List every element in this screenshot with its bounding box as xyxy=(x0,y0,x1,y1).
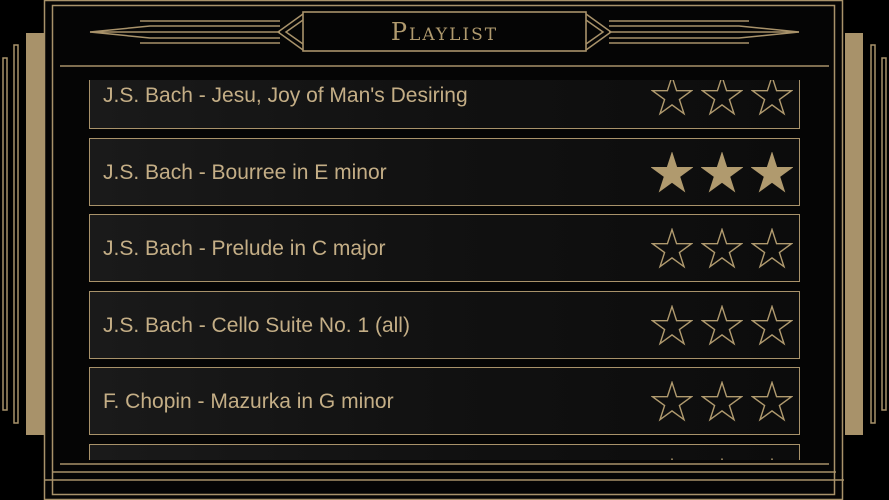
star-icon[interactable] xyxy=(751,228,793,270)
star-icon[interactable] xyxy=(651,457,693,460)
star-icon[interactable] xyxy=(701,80,743,117)
star-icon[interactable] xyxy=(701,228,743,270)
star-icon[interactable] xyxy=(651,80,693,117)
track-row[interactable]: J.S. Bach - Cello Suite No. 1 (all) xyxy=(89,290,800,359)
star-icon[interactable] xyxy=(651,304,693,347)
star-icon[interactable] xyxy=(651,151,693,194)
track-row[interactable]: J.S. Bach - Jesu, Joy of Man's Desiring xyxy=(89,80,800,129)
star-icon[interactable] xyxy=(651,228,693,270)
track-rating xyxy=(651,228,793,270)
track-rating xyxy=(651,457,793,460)
star-icon[interactable] xyxy=(751,381,793,423)
list-fade xyxy=(89,66,800,80)
star-icon[interactable] xyxy=(651,381,693,423)
track-rating xyxy=(651,151,793,194)
star-icon[interactable] xyxy=(751,80,793,117)
track-title: F. Chopin - Mazurka in G minor xyxy=(103,390,394,413)
track-rating xyxy=(651,304,793,347)
track-row[interactable] xyxy=(89,443,800,460)
track-row[interactable]: J.S. Bach - Prelude in C major xyxy=(89,214,800,282)
star-icon[interactable] xyxy=(751,304,793,347)
star-icon[interactable] xyxy=(751,151,793,194)
star-icon[interactable] xyxy=(751,457,793,460)
track-rating xyxy=(651,80,793,117)
star-icon[interactable] xyxy=(701,151,743,194)
track-title: J.S. Bach - Cello Suite No. 1 (all) xyxy=(103,313,410,337)
track-list-viewport[interactable]: J.S. Bach - Jesu, Joy of Man's Desiring J… xyxy=(89,80,800,460)
track-rating xyxy=(651,381,793,423)
star-icon[interactable] xyxy=(701,457,743,460)
track-title: J.S. Bach - Bourree in E minor xyxy=(103,160,387,184)
track-row[interactable]: F. Chopin - Mazurka in G minor xyxy=(89,367,800,435)
star-icon[interactable] xyxy=(701,381,743,423)
playlist-screen: J.S. Bach - Jesu, Joy of Man's Desiring J… xyxy=(0,0,889,500)
star-icon[interactable] xyxy=(701,304,743,347)
track-row[interactable]: J.S. Bach - Bourree in E minor xyxy=(89,137,800,206)
track-title: J.S. Bach - Prelude in C major xyxy=(103,237,386,260)
playlist-header: Playlist xyxy=(303,12,586,51)
track-title: J.S. Bach - Jesu, Joy of Man's Desiring xyxy=(103,84,468,107)
page-title: Playlist xyxy=(390,17,499,46)
